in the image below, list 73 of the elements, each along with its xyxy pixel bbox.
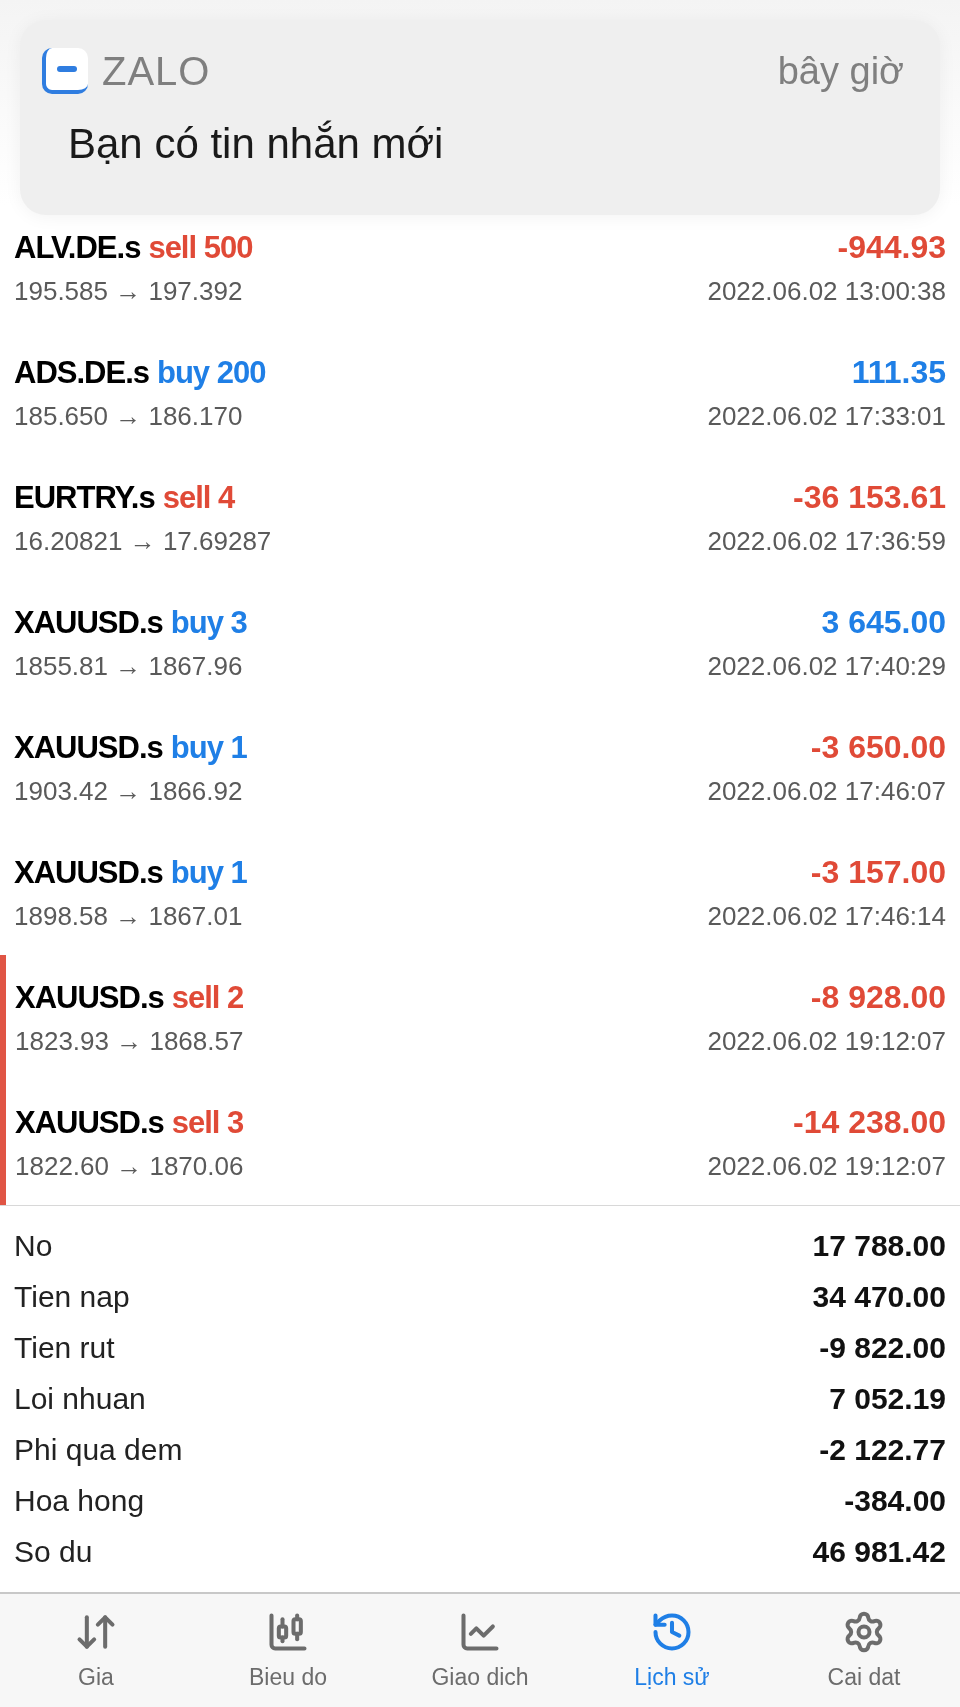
trade-row[interactable]: XAUUSD.s buy 1 -3 157.00 1898.58 → 1867.01 2022.06.02 17:46:14	[0, 830, 960, 955]
summary-value: 34 470.00	[812, 1279, 946, 1314]
trade-profit: -944.93	[837, 228, 946, 266]
trade-order: sell 2	[171, 979, 244, 1016]
summary-label: Tien nap	[14, 1279, 130, 1314]
trade-order: sell 3	[171, 1104, 244, 1141]
app-name: ZALO	[102, 48, 211, 94]
trade-prices: 1903.42 → 1866.92	[14, 775, 243, 807]
summary-value: 17 788.00	[812, 1228, 946, 1263]
trade-prices: 185.650 → 186.170	[14, 400, 243, 432]
trade-order: buy 3	[170, 604, 247, 641]
trade-time: 2022.06.02 17:46:07	[707, 775, 946, 807]
trade-order: buy 1	[170, 729, 247, 766]
notification-message: Bạn có tin nhắn mới	[67, 120, 445, 168]
candlestick-icon	[266, 1610, 310, 1654]
trade-time: 2022.06.02 19:12:07	[707, 1150, 946, 1182]
summary-value: 46 981.42	[812, 1534, 946, 1569]
summary-value: -2 122.77	[819, 1432, 946, 1467]
trade-symbol: XAUUSD.s	[14, 604, 163, 641]
notification-time: bây giờ	[777, 49, 904, 93]
trade-time: 2022.06.02 17:36:59	[707, 525, 946, 557]
tab[interactable]: Gia	[0, 1594, 192, 1707]
trade-row[interactable]: ADS.DE.s buy 200 111.35 185.650 → 186.170 2022.06.02 17:33:01	[0, 330, 960, 455]
trade-symbol: XAUUSD.s	[14, 854, 163, 891]
trade-row[interactable]: XAUUSD.s buy 3 3 645.00 1855.81 → 1867.96 2022.06.02 17:40:29	[0, 580, 960, 705]
summary-value: 7 052.19	[829, 1381, 946, 1416]
summary-value: -9 822.00	[819, 1330, 946, 1365]
summary-label: Phi qua dem	[14, 1432, 183, 1467]
summary-label: So du	[14, 1534, 93, 1569]
trade-time: 2022.06.02 17:33:01	[707, 400, 946, 432]
trade-order: buy 1	[170, 854, 247, 891]
summary-label: Tien rut	[14, 1330, 115, 1365]
notification-toast[interactable]: ZALO bây giờ Bạn có tin nhắn mới	[20, 20, 940, 215]
trade-prices: 1823.93 → 1868.57	[15, 1025, 244, 1057]
trade-profit: 111.35	[851, 353, 946, 391]
trade-time: 2022.06.02 17:46:14	[707, 900, 946, 932]
tab[interactable]: Cai dat	[768, 1594, 960, 1707]
trade-profit: -3 650.00	[810, 728, 946, 766]
trade-symbol: XAUUSD.s	[15, 979, 164, 1016]
trade-symbol: XAUUSD.s	[14, 729, 163, 766]
tab[interactable]: Bieu do	[192, 1594, 384, 1707]
trade-order: sell 4	[162, 479, 235, 516]
summary-label: Hoa hong	[14, 1483, 145, 1518]
trade-row[interactable]: XAUUSD.s sell 2 -8 928.00 1823.93 → 1868.57 2022.06.02 19:12:07	[0, 955, 960, 1080]
trade-prices: 195.585 → 197.392	[14, 275, 243, 307]
trade-symbol: XAUUSD.s	[15, 1104, 164, 1141]
trade-symbol: ADS.DE.s	[14, 354, 149, 391]
trade-time: 2022.06.02 17:40:29	[707, 650, 946, 682]
trade-time: 2022.06.02 13:00:38	[707, 275, 946, 307]
trade-prices: 16.20821 → 17.69287	[14, 525, 272, 557]
trade-row[interactable]: XAUUSD.s buy 1 -3 650.00 1903.42 → 1866.92 2022.06.02 17:46:07	[0, 705, 960, 830]
trade-profit: -14 238.00	[793, 1103, 946, 1141]
summary-label: No	[14, 1228, 53, 1263]
trade-row[interactable]: XAUUSD.s sell 3 -14 238.00 1822.60 → 1870.06 2022.06.02 19:12:07	[0, 1080, 960, 1205]
trade-row[interactable]: EURTRY.s sell 4 -36 153.61 16.20821 → 17.69287 2022.06.02 17:36:59	[0, 455, 960, 580]
summary-label: Loi nhuan	[14, 1381, 146, 1416]
trade-symbol: EURTRY.s	[14, 479, 155, 516]
tab[interactable]: Lịch sử	[576, 1594, 768, 1707]
trade-symbol: ALV.DE.s	[14, 229, 141, 266]
app-icon	[42, 48, 88, 94]
trade-order: buy 200	[157, 354, 266, 391]
trade-prices: 1855.81 → 1867.96	[14, 650, 243, 682]
trade-time: 2022.06.02 19:12:07	[707, 1025, 946, 1057]
trade-order: sell 500	[148, 229, 253, 266]
trade-prices: 1898.58 → 1867.01	[14, 900, 243, 932]
tab[interactable]: Giao dich	[384, 1594, 576, 1707]
trade-profit: 3 645.00	[821, 603, 946, 641]
line-chart-icon	[458, 1610, 502, 1654]
trade-profit: -3 157.00	[810, 853, 946, 891]
trade-prices: 1822.60 → 1870.06	[15, 1150, 244, 1182]
trade-profit: -36 153.61	[793, 478, 946, 516]
trade-profit: -8 928.00	[810, 978, 946, 1016]
summary-value: -384.00	[844, 1483, 946, 1518]
